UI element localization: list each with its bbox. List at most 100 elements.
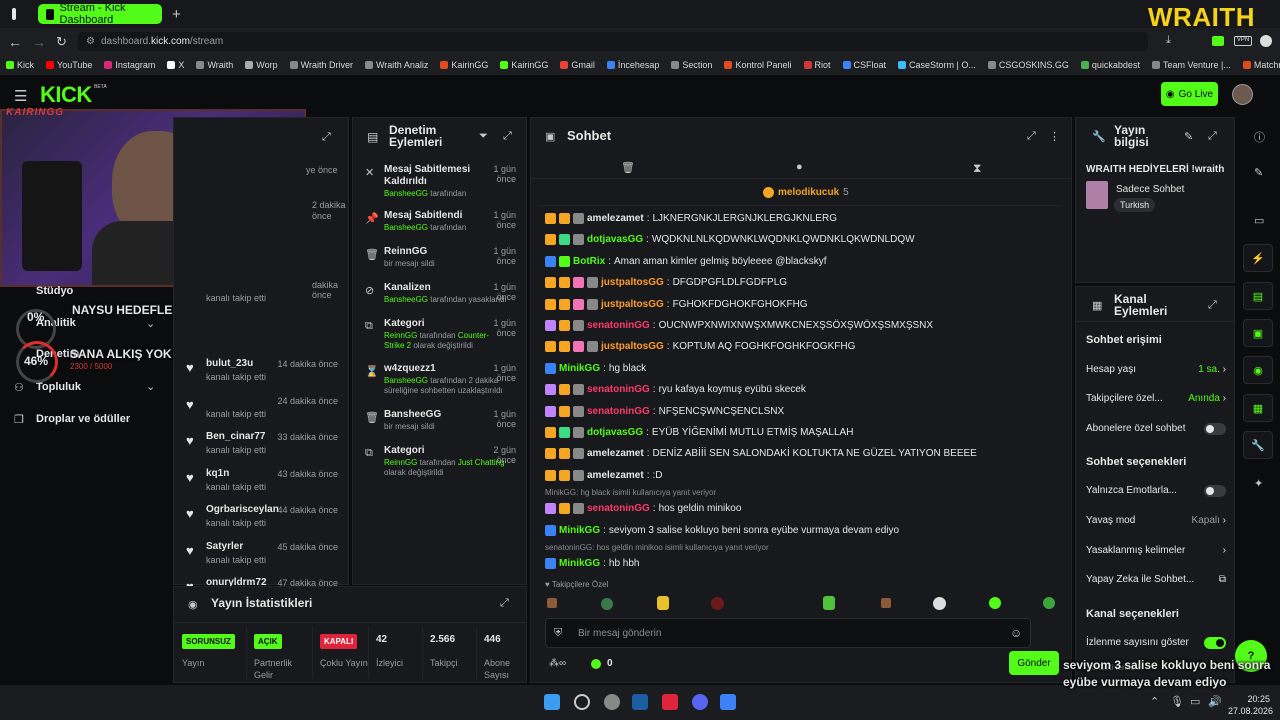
url-field[interactable]: ⚙ dashboard.kick.com/stream	[78, 32, 1148, 51]
chat-input[interactable]: ⛨ Bir mesaj gönderin ☺	[545, 618, 1031, 648]
chat-username[interactable]: senatoninGG	[587, 320, 650, 331]
bookmark-item[interactable]: Kontrol Paneli	[724, 60, 792, 70]
bookmark-item[interactable]: Wraith	[196, 60, 233, 70]
follower-name[interactable]: kq1n	[206, 468, 229, 479]
follower-name[interactable]: Ogrbarisceylan	[206, 504, 279, 515]
go-live-button[interactable]: ◉ Go Live	[1161, 82, 1218, 106]
expand-icon[interactable]: ⤢	[322, 131, 331, 144]
chat-username[interactable]: justpaltosGG	[601, 341, 664, 352]
settings-icon[interactable]: ⁂∞	[549, 658, 566, 669]
send-button[interactable]: Gönder	[1009, 651, 1059, 675]
chat-message[interactable]: dotjavasGG: WQDKNLNLKQDWNKLWQDNKLQWDNKLQK…	[545, 234, 915, 246]
profile-icon[interactable]	[1260, 35, 1272, 47]
chat-username[interactable]: MinikGG	[559, 363, 600, 374]
emoji-icon[interactable]: ☺	[1010, 626, 1022, 640]
new-tab-icon[interactable]: +	[164, 4, 189, 24]
bookmark-item[interactable]: quickabdest	[1080, 60, 1140, 70]
chat-username[interactable]: dotjavasGG	[587, 234, 643, 245]
bookmark-item[interactable]: YouTube	[46, 60, 92, 70]
emote-icon[interactable]	[881, 598, 891, 608]
chevron-down-icon[interactable]: ⌄	[146, 317, 155, 330]
speech-bubble-icon[interactable]: ●	[796, 161, 803, 173]
banned-words-setting[interactable]: Yasaklanmış kelimeler ›	[1086, 545, 1226, 556]
expand-icon[interactable]: ⤢	[503, 130, 512, 143]
nav-item-drops[interactable]: Droplar ve ödüller	[36, 413, 130, 425]
rail-lightning-button[interactable]: ⚡	[1243, 244, 1273, 272]
bookmark-item[interactable]: Worp	[245, 60, 278, 70]
hourglass-icon[interactable]: ⧗	[973, 161, 981, 176]
bookmark-item[interactable]: CSFloat	[842, 60, 886, 70]
kick-logo[interactable]: KICK	[40, 82, 92, 108]
discord-icon[interactable]	[692, 694, 708, 710]
bookmark-item[interactable]: CSGOSKINS.GG	[987, 60, 1069, 70]
chat-message[interactable]: MinikGG: seviyom 3 salise kokluyo beni so…	[545, 524, 899, 536]
clock[interactable]: 20:25 27.08.2026	[1228, 693, 1273, 717]
bookmark-item[interactable]: X	[167, 60, 184, 70]
start-icon[interactable]	[544, 694, 560, 710]
emote-icon[interactable]	[933, 597, 946, 610]
nav-item-community[interactable]: Topluluk	[36, 381, 81, 393]
chat-message[interactable]: dotjavasGG: EYÜB YİĞENİMİ MUTLU ETMİŞ MAŞ…	[545, 427, 853, 438]
vivaldi-icon[interactable]	[662, 694, 678, 710]
chat-username[interactable]: senatoninGG	[587, 384, 650, 395]
expand-icon[interactable]: ⤢	[1027, 130, 1036, 143]
network-icon[interactable]: ▭	[1190, 695, 1200, 708]
chat-username[interactable]: justpaltosGG	[601, 277, 664, 288]
steam-icon[interactable]	[632, 694, 648, 710]
avatar[interactable]	[1232, 84, 1253, 105]
chat-message[interactable]: senatoninGG: OUCNWPXNWIXNWŞXMWKCNEXŞSÖXŞW…	[545, 320, 933, 331]
emote-icon[interactable]	[989, 597, 1001, 609]
chat-message[interactable]: justpaltosGG: KOPTUM AQ FOGHKFOGHKFOGKFHG	[545, 341, 855, 353]
volume-icon[interactable]: 🔊	[1208, 695, 1222, 708]
puzzle-icon[interactable]: ✦	[1254, 477, 1263, 490]
forward-icon[interactable]: →	[32, 34, 46, 50]
app-icon[interactable]	[720, 694, 736, 710]
chat-message[interactable]: senatoninGG: hos geldin minikoo	[545, 503, 741, 515]
chat-username[interactable]: justpaltosGG	[601, 299, 664, 310]
bookmark-item[interactable]: Wraith Driver	[289, 60, 353, 70]
bookmark-item[interactable]: İncehesap	[606, 60, 659, 70]
follower-name[interactable]: Ben_cinar77	[206, 431, 265, 442]
rail-wrench-button[interactable]: 🔧	[1243, 431, 1273, 459]
expand-icon[interactable]: ⤢	[1208, 130, 1217, 143]
edit-icon[interactable]: ✎	[1184, 130, 1193, 143]
follower-name[interactable]: bulut_23u	[206, 358, 253, 369]
emote-icon[interactable]	[711, 597, 724, 610]
bookmark-item[interactable]: Instagram	[104, 60, 155, 70]
expand-icon[interactable]: ⤢	[500, 597, 509, 610]
rail-list-button[interactable]: ▤	[1243, 282, 1273, 310]
chat-message[interactable]: amelezamet: LJKNERGNKJLERGNJKLERGJKNLERG	[545, 213, 837, 224]
bookmark-item[interactable]: Kick	[6, 60, 34, 70]
chat-message[interactable]: amelezamet::D	[545, 469, 662, 481]
nav-item-studio[interactable]: Stüdyo	[36, 285, 73, 297]
emote-icon[interactable]	[657, 596, 669, 610]
chat-username[interactable]: senatoninGG	[587, 406, 650, 417]
reload-icon[interactable]: ↻	[56, 34, 67, 50]
followers-only-setting[interactable]: Takipçilere özel... Anında ›	[1086, 393, 1226, 404]
info-icon[interactable]: ⓘ	[1254, 129, 1265, 145]
account-age-setting[interactable]: Hesap yaşı 1 sa. ›	[1086, 364, 1226, 375]
emote-icon[interactable]	[1043, 597, 1055, 609]
chat-username[interactable]: dotjavasGG	[587, 427, 643, 438]
filter-icon[interactable]: ⏷	[479, 130, 488, 143]
follower-name[interactable]: Satyrler	[206, 541, 243, 552]
edit-icon[interactable]: ✎	[1254, 166, 1263, 179]
more-options-icon[interactable]: ⋮	[1049, 130, 1060, 143]
chat-username[interactable]: amelezamet	[587, 448, 644, 459]
chat-message[interactable]: MinikGG: hb hbh	[545, 558, 640, 569]
chat-username[interactable]: MinikGG	[559, 525, 600, 536]
kick-extension-icon[interactable]	[1212, 36, 1224, 46]
trash-icon[interactable]: 🗑	[621, 161, 635, 174]
slow-mode-setting[interactable]: Yavaş mod Kapalı ›	[1086, 515, 1226, 526]
tray-chevron-icon[interactable]: ⌃	[1150, 695, 1159, 708]
rail-channel-button[interactable]: ▦	[1243, 394, 1273, 422]
chat-message[interactable]: senatoninGG: NFŞENCŞWNCŞENCLSNX	[545, 405, 784, 417]
ai-chat-setting[interactable]: Yapay Zeka ile Sohbet... ⧉	[1086, 574, 1226, 585]
subs-only-toggle[interactable]	[1204, 423, 1226, 435]
hamburger-menu-icon[interactable]: ☰	[14, 87, 27, 105]
vpn-icon[interactable]: VPN	[1234, 36, 1252, 46]
bookmark-item[interactable]: KairinGG	[500, 60, 548, 70]
chat-message[interactable]: BotRix: Aman aman kimler gelmiş böyleeee …	[545, 255, 826, 267]
chat-username[interactable]: amelezamet	[587, 213, 644, 224]
mic-icon[interactable]: 🎙	[1170, 695, 1184, 708]
